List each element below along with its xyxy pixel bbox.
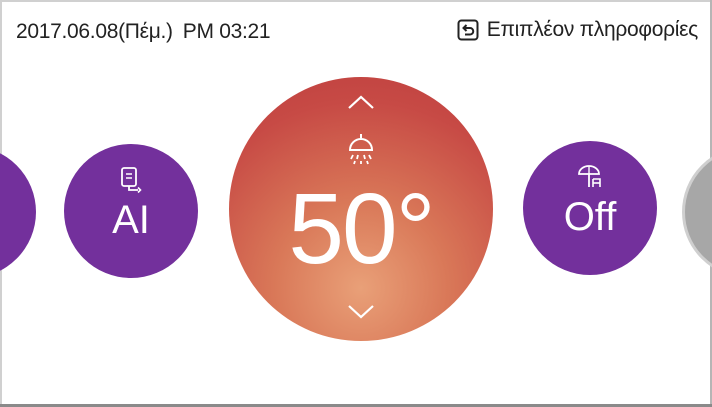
mode-ai-label: AI (112, 198, 150, 242)
frame-border-top (0, 0, 712, 2)
date-time-display: 2017.06.08(Πέμ.) PM 03:21 (16, 20, 271, 44)
back-arrow-icon (457, 19, 479, 41)
temperature-dial: 50° (229, 77, 493, 341)
vacation-umbrella-icon (578, 165, 601, 187)
mode-button-next[interactable] (682, 146, 712, 278)
mode-button-off[interactable]: Off (523, 141, 657, 275)
chevron-down-icon[interactable] (346, 303, 376, 321)
more-info-button[interactable]: Επιπλέον πληροφορίες (457, 18, 698, 42)
shower-icon (348, 134, 374, 165)
more-info-label: Επιπλέον πληροφορίες (486, 18, 699, 41)
water-heater-icon (121, 167, 142, 194)
mode-button-previous[interactable] (0, 146, 36, 278)
water-heater-screen: 2017.06.08(Πέμ.) PM 03:21 Επιπλέον πληροφ… (0, 0, 712, 407)
time-text: PM 03:21 (182, 20, 271, 43)
mode-button-ai[interactable]: AI (64, 144, 198, 278)
date-text: 2017.06.08(Πέμ.) (16, 20, 173, 43)
mode-off-label: Off (563, 195, 617, 239)
temperature-value: 50° (288, 173, 435, 285)
chevron-up-icon[interactable] (346, 93, 376, 111)
